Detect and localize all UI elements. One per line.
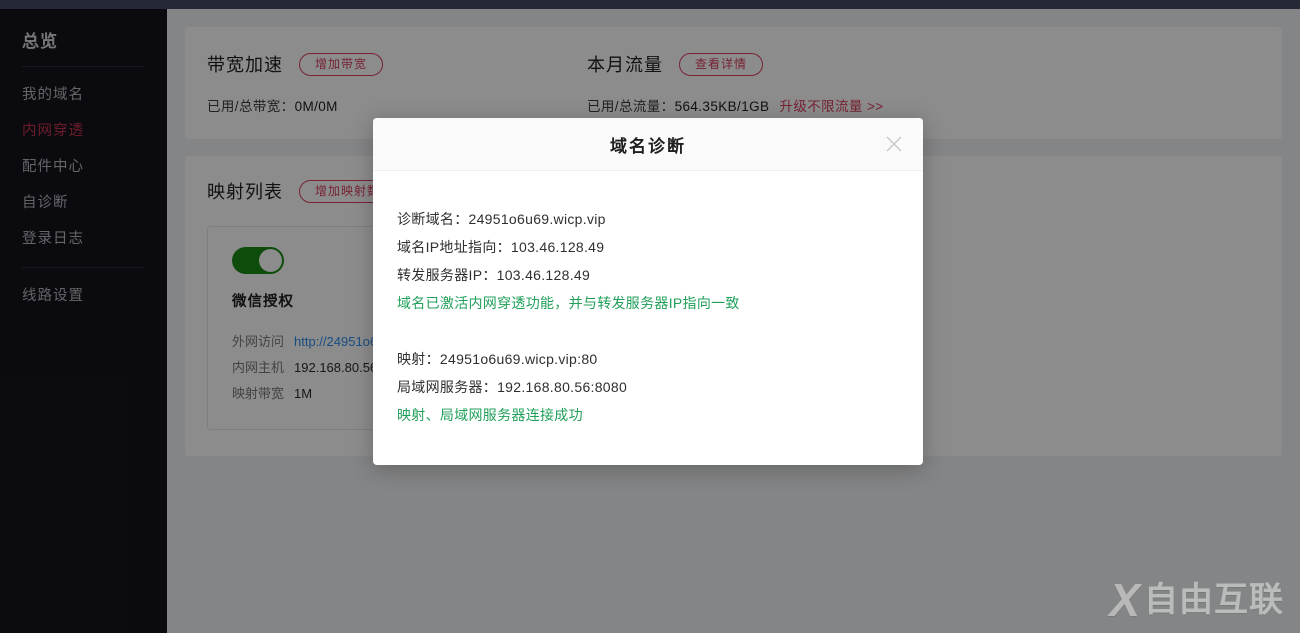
diagnosis-line-domain: 诊断域名：24951o6u69.wicp.vip [397, 211, 606, 227]
top-bar [0, 0, 1300, 9]
close-icon[interactable] [883, 133, 905, 155]
modal-body: 诊断域名：24951o6u69.wicp.vip 域名IP地址指向：103.46… [373, 171, 923, 465]
modal-header: 域名诊断 [373, 118, 923, 171]
diagnosis-line-lan-server: 局域网服务器：192.168.80.56:8080 [397, 379, 628, 395]
domain-diagnosis-modal: 域名诊断 诊断域名：24951o6u69.wicp.vip 域名IP地址指向：1… [373, 118, 923, 465]
diagnosis-status-domain-activated: 域名已激活内网穿透功能，并与转发服务器IP指向一致 [397, 295, 740, 311]
diagnosis-line-domain-ip: 域名IP地址指向：103.46.128.49 [397, 239, 605, 255]
diagnosis-line-mapping: 映射：24951o6u69.wicp.vip:80 [397, 351, 598, 367]
diagnosis-status-connection-success: 映射、局域网服务器连接成功 [397, 407, 583, 423]
diagnosis-spacer [397, 317, 899, 345]
app-root: 总览 我的域名 内网穿透 配件中心 自诊断 登录日志 线路设置 带宽加速 增加带… [0, 0, 1300, 633]
modal-title: 域名诊断 [610, 136, 686, 156]
diagnosis-line-forward-server-ip: 转发服务器IP：103.46.128.49 [397, 267, 591, 283]
